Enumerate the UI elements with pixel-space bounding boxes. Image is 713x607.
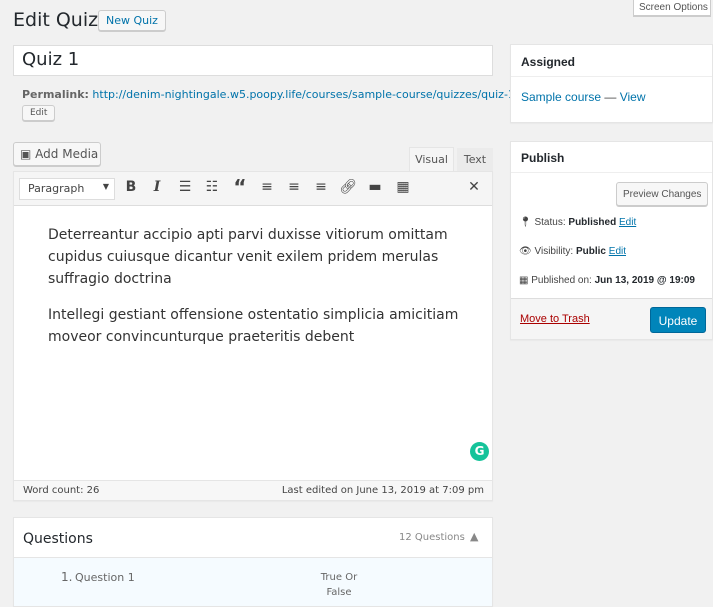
numbered-list-icon[interactable]: ☷ bbox=[201, 172, 223, 202]
screen-options-button[interactable]: Screen Options bbox=[633, 0, 711, 16]
bold-icon[interactable]: B bbox=[120, 172, 142, 202]
page-title: Edit Quiz bbox=[13, 9, 99, 31]
pin-icon: 📍︎ bbox=[519, 217, 532, 228]
media-icon: ▣ bbox=[20, 147, 32, 161]
editor-content[interactable]: Deterreantur accipio apti parvi duxisse … bbox=[48, 224, 468, 348]
title-input[interactable]: Quiz 1 bbox=[13, 45, 493, 76]
questions-title: Questions bbox=[23, 531, 93, 547]
fullscreen-icon[interactable]: ✕ bbox=[463, 172, 485, 202]
align-left-icon[interactable]: ≡ bbox=[256, 172, 278, 202]
question-type: True Or False bbox=[320, 572, 358, 598]
format-select[interactable]: Paragraph ▼ bbox=[19, 178, 115, 200]
question-name: Question 1 bbox=[75, 571, 135, 584]
preview-changes-button[interactable]: Preview Changes bbox=[616, 182, 708, 206]
questions-count: 12 Questions bbox=[399, 532, 465, 543]
blockquote-icon[interactable]: “ bbox=[229, 172, 251, 202]
tab-text[interactable]: Text bbox=[457, 148, 493, 171]
publish-footer: Move to Trash Update bbox=[511, 298, 712, 339]
permalink-label: Permalink: bbox=[22, 88, 89, 101]
publish-title: Publish bbox=[521, 151, 565, 165]
chevron-down-icon: ▼ bbox=[102, 182, 109, 191]
publish-box: Publish Preview Changes 📍︎ Status: Publi… bbox=[510, 141, 713, 340]
questions-box: Questions 12 Questions ▲ 1. Question 1 T… bbox=[13, 517, 493, 607]
link-icon[interactable]: 🔗︎ bbox=[337, 172, 359, 202]
assigned-title: Assigned bbox=[521, 55, 576, 69]
course-link[interactable]: Sample course bbox=[521, 90, 601, 104]
assigned-course: Sample course — View bbox=[521, 90, 646, 104]
add-media-label: Add Media bbox=[35, 147, 99, 161]
paragraph: Deterreantur accipio apti parvi duxisse … bbox=[48, 227, 448, 287]
bullet-list-icon[interactable]: ☰ bbox=[174, 172, 196, 202]
editor-status-bar: Word count: 26 Last edited on June 13, 2… bbox=[14, 480, 492, 500]
read-more-icon[interactable]: ▬ bbox=[364, 172, 386, 202]
permalink: Permalink: http://denim-nightingale.w5.p… bbox=[22, 88, 519, 101]
permalink-link[interactable]: http://denim-nightingale.w5.poopy.life/c… bbox=[92, 88, 518, 101]
editor: Paragraph ▼ B I ☰ ☷ “ ≡ ≡ ≡ 🔗︎ ▬ ▦ ✕ Dete… bbox=[13, 171, 493, 501]
toolbar-toggle-icon[interactable]: ▦ bbox=[392, 172, 414, 202]
question-number: 1. bbox=[61, 570, 73, 584]
collapse-icon[interactable]: ▲ bbox=[470, 530, 478, 543]
grammarly-icon[interactable]: G bbox=[470, 442, 489, 461]
assigned-box: Assigned Sample course — View bbox=[510, 44, 713, 123]
new-quiz-button[interactable]: New Quiz bbox=[98, 10, 166, 31]
tab-visual[interactable]: Visual bbox=[409, 147, 454, 171]
align-right-icon[interactable]: ≡ bbox=[310, 172, 332, 202]
add-media-button[interactable]: ▣ Add Media bbox=[13, 142, 101, 166]
word-count: Word count: 26 bbox=[23, 485, 100, 496]
question-row[interactable]: 1. Question 1 True Or False bbox=[14, 557, 492, 606]
italic-icon[interactable]: I bbox=[146, 172, 168, 202]
paragraph: Intellegi gestiant offensione ostentatio… bbox=[48, 307, 459, 345]
calendar-icon: ▦ bbox=[519, 275, 529, 286]
last-edited: Last edited on June 13, 2019 at 7:09 pm bbox=[281, 485, 484, 496]
align-center-icon[interactable]: ≡ bbox=[283, 172, 305, 202]
eye-icon: 👁︎ bbox=[519, 246, 532, 257]
visibility-edit-link[interactable]: Edit bbox=[609, 246, 626, 257]
update-button[interactable]: Update bbox=[650, 307, 706, 333]
status-edit-link[interactable]: Edit bbox=[619, 217, 636, 228]
view-link[interactable]: View bbox=[620, 90, 646, 104]
permalink-edit-button[interactable]: Edit bbox=[22, 105, 56, 121]
editor-toolbar: Paragraph ▼ B I ☰ ☷ “ ≡ ≡ ≡ 🔗︎ ▬ ▦ ✕ bbox=[14, 172, 492, 206]
move-to-trash-link[interactable]: Move to Trash bbox=[520, 313, 590, 325]
